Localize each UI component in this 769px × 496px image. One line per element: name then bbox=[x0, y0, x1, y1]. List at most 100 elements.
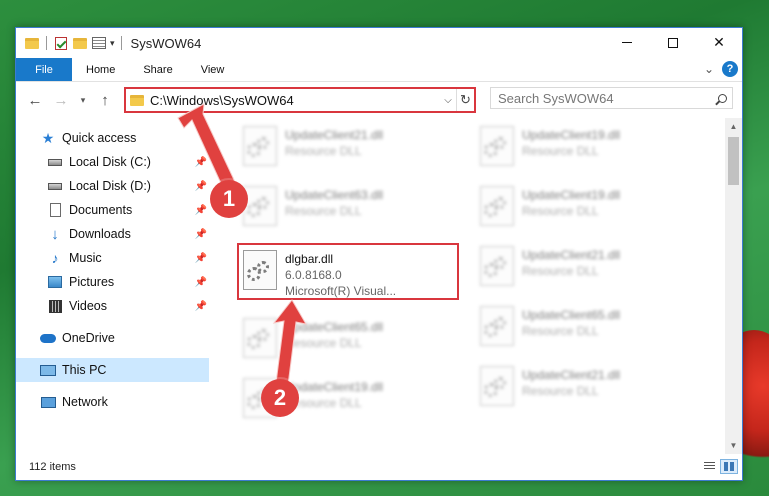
dll-file-icon bbox=[243, 126, 277, 166]
file-item[interactable]: UpdateClient21.dll Resource DLL bbox=[476, 362, 701, 414]
help-icon[interactable]: ? bbox=[722, 61, 738, 77]
file-name: UpdateClient19.dll bbox=[285, 380, 384, 394]
up-arrow-icon[interactable]: ↑ bbox=[94, 89, 116, 111]
file-item[interactable]: UpdateClient19.dll Resource DLL bbox=[476, 182, 701, 234]
nav-downloads[interactable]: ↓ Downloads 📌 bbox=[16, 222, 209, 246]
pin-icon[interactable]: 📌 bbox=[195, 253, 207, 264]
address-dropdown-icon[interactable]: ⌵ bbox=[440, 95, 456, 106]
tiles-view-icon bbox=[723, 462, 735, 471]
file-item[interactable]: UpdateClient65.dll Resource DLL bbox=[476, 302, 701, 354]
nav-pictures[interactable]: Pictures 📌 bbox=[16, 270, 209, 294]
file-item[interactable]: UpdateClient21.dll Resource DLL bbox=[476, 242, 701, 294]
nav-local-disk-d[interactable]: Local Disk (D:) 📌 bbox=[16, 174, 209, 198]
file-description: Resource DLL bbox=[522, 264, 599, 278]
explorer-window: ▾ SysWOW64 ✕ File Home Share View ⌄ ? ← … bbox=[15, 27, 743, 481]
pictures-icon bbox=[47, 275, 63, 289]
pin-icon[interactable]: 📌 bbox=[195, 181, 207, 192]
pin-icon[interactable]: 📌 bbox=[195, 157, 207, 168]
address-path[interactable]: C:\Windows\SysWOW64 bbox=[150, 93, 440, 108]
tab-home[interactable]: Home bbox=[72, 58, 129, 81]
pin-icon[interactable]: 📌 bbox=[195, 229, 207, 240]
file-description: Resource DLL bbox=[285, 336, 362, 350]
file-description: Resource DLL bbox=[285, 396, 362, 410]
pin-icon[interactable]: 📌 bbox=[195, 205, 207, 216]
file-description: Resource DLL bbox=[285, 144, 362, 158]
title-bar: ▾ SysWOW64 ✕ bbox=[16, 28, 742, 58]
nav-music[interactable]: ♪ Music 📌 bbox=[16, 246, 209, 270]
minimize-button[interactable] bbox=[604, 28, 650, 57]
properties-check-icon[interactable] bbox=[53, 35, 69, 51]
nav-documents[interactable]: Documents 📌 bbox=[16, 198, 209, 222]
quick-access-toolbar: ▾ bbox=[16, 35, 125, 51]
scrollbar-thumb[interactable] bbox=[728, 137, 739, 185]
main-content: ★ Quick access Local Disk (C:) 📌 Local D… bbox=[16, 118, 742, 454]
details-view-icon bbox=[703, 462, 715, 471]
file-name: UpdateClient21.dll bbox=[522, 248, 621, 262]
recent-locations-chevron-icon[interactable]: ▾ bbox=[76, 89, 90, 111]
file-description: Resource DLL bbox=[522, 384, 599, 398]
status-bar: 112 items bbox=[16, 454, 742, 480]
nav-local-disk-c[interactable]: Local Disk (C:) 📌 bbox=[16, 150, 209, 174]
dll-file-icon bbox=[243, 186, 277, 226]
folder-icon bbox=[24, 35, 40, 51]
tab-share[interactable]: Share bbox=[129, 58, 186, 81]
file-name: UpdateClient21.dll bbox=[522, 368, 621, 382]
address-row: ← → ▾ ↑ C:\Windows\SysWOW64 ⌵ ↻ Search S… bbox=[16, 82, 742, 118]
file-description: Resource DLL bbox=[522, 144, 599, 158]
file-item[interactable]: UpdateClient21.dll Resource DLL bbox=[239, 122, 464, 174]
view-properties-icon[interactable] bbox=[91, 35, 107, 51]
file-item[interactable]: UpdateClient63.dll Resource DLL bbox=[239, 182, 464, 234]
nav-videos[interactable]: Videos 📌 bbox=[16, 294, 209, 318]
search-input[interactable]: Search SysWOW64 bbox=[490, 87, 733, 109]
close-button[interactable]: ✕ bbox=[696, 28, 742, 57]
step-badge-2: 2 bbox=[261, 379, 299, 417]
nav-label: This PC bbox=[62, 363, 107, 377]
view-switcher bbox=[700, 459, 738, 474]
customize-toolbar-dropdown-icon[interactable]: ▾ bbox=[110, 38, 115, 49]
maximize-icon bbox=[668, 37, 678, 48]
ribbon-right-controls: ⌄ ? bbox=[704, 61, 738, 77]
tab-file[interactable]: File bbox=[16, 58, 72, 81]
search-icon[interactable] bbox=[712, 93, 732, 103]
music-icon: ♪ bbox=[51, 250, 59, 266]
forward-arrow-icon[interactable]: → bbox=[50, 89, 72, 111]
nav-label: Videos bbox=[69, 299, 107, 313]
pin-icon[interactable]: 📌 bbox=[195, 301, 207, 312]
nav-label: Pictures bbox=[69, 275, 115, 289]
nav-this-pc[interactable]: This PC bbox=[16, 358, 209, 382]
nav-network[interactable]: Network bbox=[16, 390, 209, 414]
new-folder-icon[interactable] bbox=[72, 35, 88, 51]
divider bbox=[46, 36, 47, 50]
back-arrow-icon[interactable]: ← bbox=[24, 89, 46, 111]
dll-file-icon bbox=[480, 306, 514, 346]
divider bbox=[120, 36, 122, 50]
expand-ribbon-chevron-icon[interactable]: ⌄ bbox=[704, 62, 714, 76]
window-title: SysWOW64 bbox=[130, 35, 202, 51]
documents-icon bbox=[47, 203, 63, 217]
tab-view[interactable]: View bbox=[187, 58, 239, 81]
tiles-view-button[interactable] bbox=[720, 459, 738, 474]
dll-file-icon bbox=[480, 246, 514, 286]
file-highlight-box bbox=[237, 243, 459, 300]
dll-file-icon bbox=[480, 186, 514, 226]
file-item[interactable]: UpdateClient19.dll Resource DLL bbox=[476, 122, 701, 174]
file-name: UpdateClient19.dll bbox=[522, 188, 621, 202]
file-item[interactable]: UpdateClient65.dll Resource DLL bbox=[239, 314, 464, 366]
dll-file-icon bbox=[480, 126, 514, 166]
scroll-down-icon[interactable]: ▼ bbox=[725, 437, 742, 454]
details-view-button[interactable] bbox=[700, 459, 718, 474]
file-name: UpdateClient19.dll bbox=[522, 128, 621, 142]
nav-label: Network bbox=[62, 395, 108, 409]
scroll-up-icon[interactable]: ▲ bbox=[725, 118, 742, 135]
address-bar[interactable]: C:\Windows\SysWOW64 ⌵ ↻ bbox=[124, 87, 476, 113]
nav-label: Local Disk (D:) bbox=[69, 179, 151, 193]
nav-label: Local Disk (C:) bbox=[69, 155, 151, 169]
step-badge-1: 1 bbox=[210, 180, 248, 218]
pin-icon[interactable]: 📌 bbox=[195, 277, 207, 288]
vertical-scrollbar[interactable]: ▲ ▼ bbox=[725, 118, 742, 454]
nav-quick-access[interactable]: ★ Quick access bbox=[16, 126, 209, 150]
downloads-icon: ↓ bbox=[51, 225, 59, 243]
nav-onedrive[interactable]: OneDrive bbox=[16, 326, 209, 350]
refresh-icon[interactable]: ↻ bbox=[456, 89, 474, 111]
maximize-button[interactable] bbox=[650, 28, 696, 57]
